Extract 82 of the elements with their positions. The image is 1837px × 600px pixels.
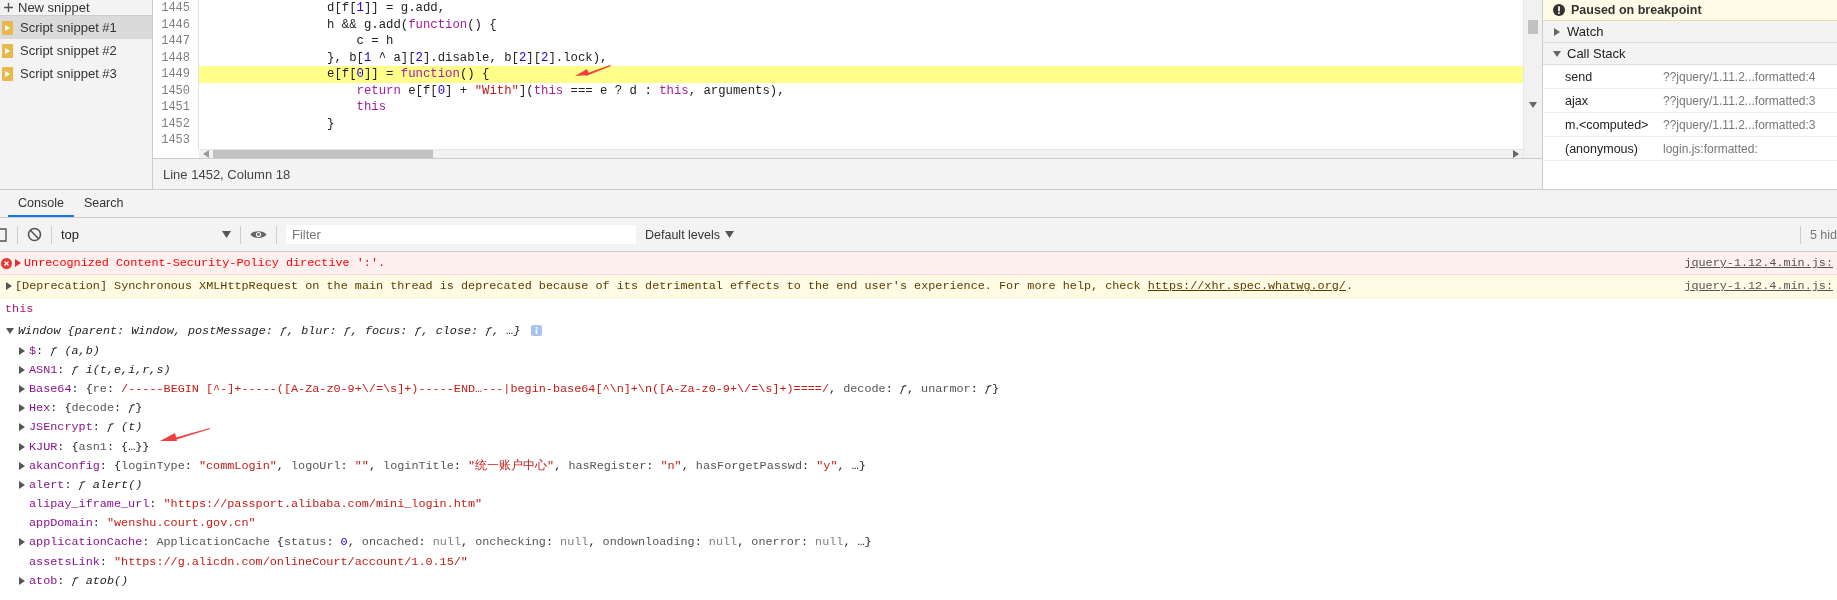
expand-triangle-icon[interactable] [19,442,25,451]
expand-triangle-icon[interactable] [19,384,25,393]
expand-triangle-icon[interactable] [19,576,25,585]
source-link[interactable]: jquery-1.12.4.min.js: [1684,256,1837,270]
call-frame[interactable]: send ??jquery/1.11.2...formatted:4 [1543,65,1837,89]
caret-icon [725,231,735,238]
expand-triangle-icon[interactable] [19,461,25,470]
property-line: ASN1: ƒ i(t,e,i,r,s) [29,362,171,377]
code-line: return e[f[0] + "With"](this === e ? d : this, arguments), [355,82,785,99]
expand-triangle-icon[interactable] [6,282,12,290]
object-preview: Window {parent: Window, postMessage: ƒ, blur: ƒ, focus: ƒ, close: ƒ, …} [18,323,521,338]
frame-location: ??jquery/1.11.2...formatted:3 [1663,93,1816,108]
horizontal-scrollbar[interactable] [199,148,1523,158]
property-line: akanConfig: {loginType: "commLogin", logoUrl: "", loginTitle: "统一账户中心", hasRegister: "n", hasForgetPasswd: "y", …} [29,457,866,474]
hidden-count-text: 5 hid [1809,227,1837,242]
expand-triangle-icon[interactable] [19,480,25,489]
plus-icon [4,3,13,12]
code-line: e[f[0]] = function() { [327,66,490,83]
property-line: Hex: {decode: ƒ} [29,401,143,416]
info-icon [1553,4,1565,16]
code-line: h && g.add(function() { [327,16,497,33]
code-line: c = h [355,33,394,50]
function-name: ajax [1565,93,1589,108]
property-line: assetsLink: "https://g.alicdn.com/onlineCourt/account/1.0.15/" [29,554,468,569]
message-text: Unrecognized Content-Security-Policy directive ':'. [24,256,387,270]
code-line: this [355,99,387,116]
section-header[interactable]: Watch [1543,21,1837,43]
snippet-item[interactable]: Script snippet #1 [0,16,152,39]
source-link[interactable]: jquery-1.12.4.min.js: [1684,279,1837,293]
vertical-scrollbar[interactable] [1523,0,1542,158]
file-icon [2,20,13,35]
clear-console-icon[interactable] [27,227,42,242]
call-frame[interactable]: ajax ??jquery/1.11.2...formatted:3 [1543,89,1837,113]
frame-location: ??jquery/1.11.2...formatted:3 [1663,117,1816,132]
link[interactable]: https://xhr.spec.whatwg.org/ [1147,279,1346,293]
expand-triangle-icon[interactable] [19,365,25,374]
property-line: Base64: {re: /-----BEGIN [^-]+-----([A-Za-z0-9+\/=\s]+)-----END…---|begin-base64[^\n]+\n([A-Za-z0-9+\/=\s]+)====/, decode: ƒ, unarmor: ƒ} [29,381,1000,396]
arrow-annotation [575,64,611,78]
property-line: applicationCache: ApplicationCache {status: 0, oncached: null, onchecking: null, ondownloading: null, onerror: null, …} [29,535,872,550]
function-name: m.<computed> [1565,117,1650,132]
function-name: (anonymous) [1565,141,1639,156]
cursor-position-text: Line 1452, Column 18 [163,166,291,182]
property-line: KJUR: {asn1: {…}} [29,439,150,454]
filter-field[interactable]: Filter [286,225,636,244]
code-line: } [327,115,335,132]
scroll-down-icon[interactable] [1529,102,1537,108]
frame-location: ??jquery/1.11.2...formatted:4 [1663,69,1816,84]
arrow-annotation [160,428,210,444]
sidebar-toggle-icon[interactable] [0,227,8,242]
snippet-item[interactable]: Script snippet #3 [0,62,152,85]
property-line: alert: ƒ alert() [29,477,143,492]
expand-triangle-icon[interactable] [19,538,25,547]
call-frame[interactable]: (anonymous) login.js:formatted: [1543,137,1837,161]
message-text: [Deprecation] Synchronous XMLHttpRequest on the main thread is deprecated because of its detrimental effects to the end user's experience. For more help, check https://xhr.spec.whatwg.org/. [15,279,1354,293]
expand-triangle-icon[interactable] [15,259,21,267]
function-name: send [1565,69,1594,84]
scrollbar-thumb[interactable] [1528,20,1538,34]
expand-triangle-icon[interactable] [19,346,25,355]
expand-triangle-icon[interactable] [19,423,25,432]
property-line: appDomain: "wenshu.court.gov.cn" [29,516,256,531]
property-line: $: ƒ (a,b) [29,343,100,358]
code-line: }, b[1 ^ a][2].disable, b[2][2].lock), [327,49,608,66]
banner-text: Paused on breakpoint [1571,3,1702,17]
context-select[interactable]: top [61,227,231,242]
scroll-right-icon[interactable] [1513,150,1519,158]
call-frame[interactable]: m.<computed> ??jquery/1.11.2...formatted:3 [1543,113,1837,137]
property-line: alipay_iframe_url: "https://passport.alibaba.com/mini_login.htm" [29,497,483,512]
expand-triangle-icon[interactable] [19,404,25,413]
frame-location: login.js:formatted: [1663,141,1758,156]
eye-icon[interactable] [250,229,267,240]
error-icon [1,257,12,269]
snippet-item[interactable]: Script snippet #2 [0,39,152,62]
levels-dropdown[interactable]: Default levels [645,227,735,242]
scrollbar-thumb[interactable] [213,149,433,158]
section-header[interactable]: Call Stack [1543,43,1837,65]
code-line: d[f[1]] = g.add, [327,0,446,17]
caret-icon [222,231,231,238]
expand-triangle-icon[interactable] [6,326,14,335]
property-line: JSEncrypt: ƒ (t) [29,420,143,435]
property-line: atob: ƒ atob() [29,573,129,588]
console-result-text: this [4,301,35,318]
panel-tab[interactable]: Search [73,190,134,217]
